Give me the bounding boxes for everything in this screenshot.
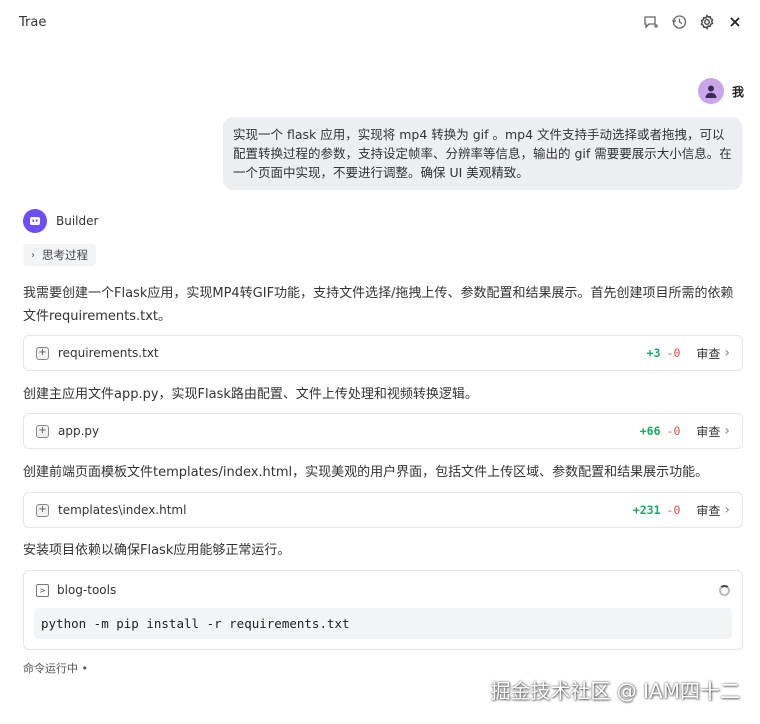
lines-added: +66 <box>639 424 661 438</box>
user-message: 实现一个 flask 应用，实现将 mp4 转换为 gif 。mp4 文件支持手… <box>223 117 742 190</box>
file-name: templates\index.html <box>58 503 187 517</box>
lines-deleted: -0 <box>666 424 681 438</box>
step-text: 创建主应用文件app.py，实现Flask路由配置、文件上传处理和视频转换逻辑。 <box>23 387 478 402</box>
user-avatar <box>697 78 724 104</box>
assistant-name: Builder <box>56 214 99 228</box>
terminal-command[interactable]: python -m pip install -r requirements.tx… <box>34 608 732 639</box>
review-label: 审查 <box>696 346 721 361</box>
chevron-right-icon: › <box>724 423 730 439</box>
header-actions <box>642 13 744 31</box>
user-header: 我 <box>697 78 744 104</box>
lines-deleted: -0 <box>666 346 681 360</box>
terminal-header: > blog-tools <box>36 583 116 597</box>
thinking-toggle[interactable]: › 思考过程 <box>23 244 96 266</box>
user-icon <box>705 85 717 98</box>
chevron-right-icon: › <box>724 345 730 361</box>
command-status: 命令运行中 • <box>23 662 88 675</box>
close-icon[interactable] <box>726 13 744 31</box>
expand-icon[interactable]: + <box>36 346 49 360</box>
chevron-right-icon: › <box>31 249 35 261</box>
step-text: 创建前端页面模板文件templates/index.html，实现美观的用户界面… <box>23 465 709 480</box>
review-label: 审查 <box>696 424 721 439</box>
file-name: app.py <box>58 424 100 438</box>
lines-added: +3 <box>646 346 661 360</box>
review-button[interactable]: 审查 › <box>696 423 730 440</box>
chat-add-icon[interactable] <box>642 13 660 31</box>
terminal-icon: > <box>36 583 49 597</box>
user-name: 我 <box>731 84 744 99</box>
builder-avatar <box>23 209 47 233</box>
file-name: requirements.txt <box>58 346 159 360</box>
loading-spinner-icon <box>719 585 730 596</box>
lines-deleted: -0 <box>666 503 681 517</box>
history-icon[interactable] <box>670 13 688 31</box>
chevron-right-icon: › <box>724 502 730 518</box>
install-text: 安装项目依赖以确保Flask应用能够正常运行。 <box>23 543 291 558</box>
file-change-card[interactable]: + requirements.txt +3 -0 审查 › <box>23 335 743 371</box>
terminal-name: blog-tools <box>57 583 117 597</box>
expand-icon[interactable]: + <box>36 424 49 438</box>
review-button[interactable]: 审查 › <box>696 345 730 362</box>
watermark: 掘金技术社区 @ IAM四十二 <box>490 679 740 703</box>
app-title: Trae <box>19 15 47 30</box>
review-label: 审查 <box>696 503 721 518</box>
settings-icon[interactable] <box>698 13 716 31</box>
lines-added: +231 <box>632 503 661 517</box>
file-change-card[interactable]: + templates\index.html +231 -0 审查 › <box>23 492 743 528</box>
assistant-header: Builder <box>23 209 98 233</box>
step-text: 我需要创建一个Flask应用，实现MP4转GIF功能，支持文件选择/拖拽上传、参… <box>23 286 734 324</box>
expand-icon[interactable]: + <box>36 503 49 517</box>
top-bar: Trae <box>0 0 760 46</box>
terminal-card: > blog-tools python -m pip install -r re… <box>23 570 743 650</box>
thinking-label: 思考过程 <box>42 248 88 262</box>
robot-icon <box>30 217 40 225</box>
review-button[interactable]: 审查 › <box>696 502 730 519</box>
file-change-card[interactable]: + app.py +66 -0 审查 › <box>23 413 743 449</box>
